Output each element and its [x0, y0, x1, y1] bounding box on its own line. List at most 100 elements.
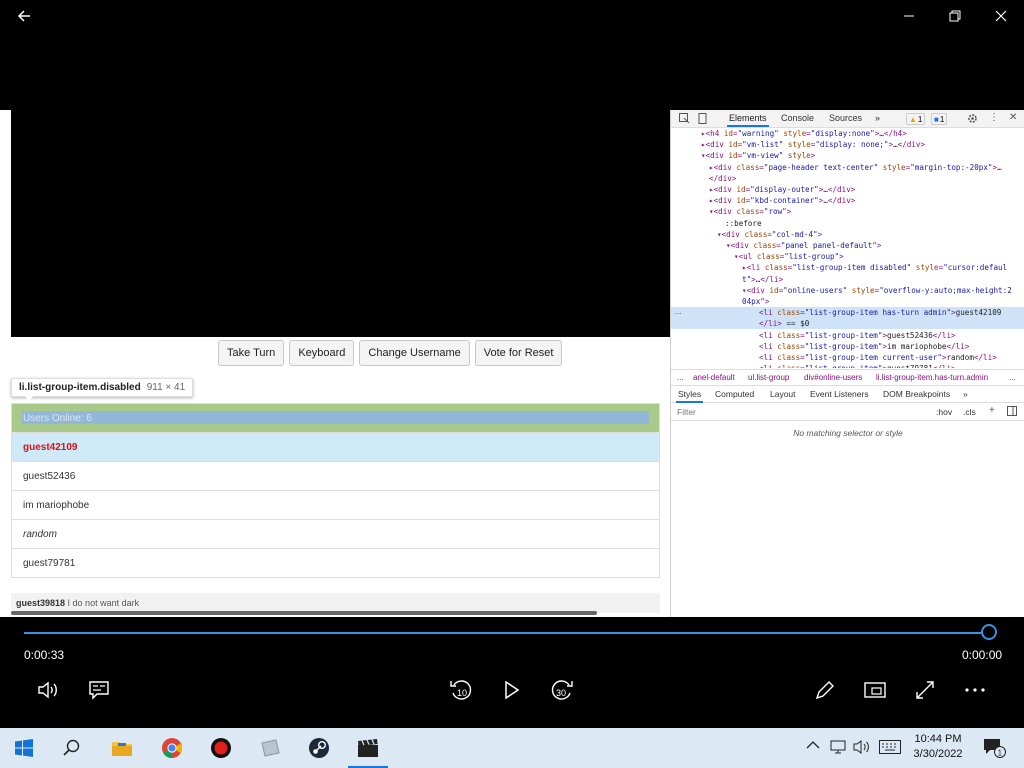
dom-node-line[interactable]: ▸<div id="display-outer">…</div> [671, 184, 1024, 195]
dom-node-line[interactable]: 04px"> [671, 296, 1024, 307]
movies-tv-icon[interactable] [348, 734, 388, 768]
tab-dom-breakpoints[interactable]: DOM Breakpoints [883, 389, 950, 399]
app-icon[interactable] [256, 734, 284, 762]
skip-back-icon[interactable]: 10 [448, 677, 474, 703]
speaker-icon[interactable] [853, 739, 871, 755]
close-devtools-icon[interactable]: ✕ [1009, 112, 1017, 123]
list-item[interactable]: im mariophobe [11, 491, 660, 520]
list-item[interactable]: guest42109 [11, 433, 660, 462]
dom-node-line[interactable]: ▸<h4 id="warning" style="display:none">…… [671, 128, 1024, 139]
keyboard-button[interactable]: Keyboard [289, 340, 355, 366]
elapsed-time: 0:00:33 [24, 648, 65, 662]
search-icon[interactable] [58, 734, 86, 762]
vote-reset-button[interactable]: Vote for Reset [474, 340, 563, 366]
breadcrumb-item[interactable]: anel-default [693, 373, 735, 382]
dom-node-line[interactable]: ::before [671, 218, 1024, 229]
record-icon[interactable] [207, 734, 235, 762]
breadcrumb-item[interactable]: ... [1009, 373, 1016, 382]
breadcrumb-item[interactable]: ... [677, 373, 684, 382]
dom-node-line[interactable]: <li class="list-group-item">guest79781</… [671, 363, 1024, 368]
tab-event-listeners[interactable]: Event Listeners [810, 389, 869, 399]
add-rule-icon[interactable]: + [989, 405, 995, 416]
dom-token: > [839, 252, 844, 262]
dom-node-line[interactable]: <li class="list-group-item has-turn admi… [671, 307, 1024, 319]
users-online-header: Users Online: 6 [11, 403, 660, 433]
tab-layout[interactable]: Layout [770, 389, 796, 399]
warning-badge[interactable]: ▲ 1 [906, 113, 926, 125]
network-icon[interactable] [830, 739, 846, 755]
inspect-element-icon[interactable] [679, 113, 690, 124]
dom-node-line[interactable]: <li class="list-group-item current-user"… [671, 352, 1024, 363]
keyboard-icon[interactable] [879, 740, 901, 754]
breadcrumb-item[interactable]: ul.list-group [748, 373, 789, 382]
tab-console[interactable]: Console [781, 113, 814, 123]
play-icon[interactable] [499, 677, 525, 703]
dom-node-line[interactable]: ▾<div class="panel panel-default"> [671, 240, 1024, 251]
minimize-icon[interactable] [893, 0, 925, 32]
svg-text:1: 1 [998, 748, 1003, 757]
seek-bar[interactable] [24, 632, 990, 634]
tab-elements[interactable]: Elements [727, 113, 769, 127]
dom-node-line[interactable]: t">…</li> [671, 274, 1024, 285]
message-badge[interactable]: ■ 1 [931, 113, 948, 125]
notification-icon[interactable]: 1 [982, 737, 1006, 759]
hov-toggle[interactable]: :hov [936, 407, 952, 417]
dom-node-line[interactable]: <li class="list-group-item">im mariophob… [671, 341, 1024, 352]
dom-node-line[interactable]: ▸<div id="kbd-container">…</div> [671, 195, 1024, 206]
chrome-icon[interactable] [158, 734, 186, 762]
seek-knob[interactable] [981, 624, 997, 640]
steam-icon[interactable] [305, 734, 333, 762]
breadcrumb-item[interactable]: div#online-users [804, 373, 862, 382]
list-item[interactable]: guest52436 [11, 462, 660, 491]
dom-node-line[interactable]: ▾<div id="vm-view" style> [671, 150, 1024, 161]
dom-token: class [777, 341, 801, 351]
dom-node-line[interactable]: ▸<div class="page-header text-center" st… [671, 162, 1024, 173]
dom-node-line[interactable]: <li class="list-group-item">guest52436</… [671, 330, 1024, 341]
dom-node-line[interactable]: ▾<div class="col-md-4"> [671, 229, 1024, 240]
gear-icon[interactable] [967, 113, 978, 124]
dom-node-line[interactable]: ▾<div id="online-users" style="overflow-… [671, 285, 1024, 296]
more-vert-icon[interactable]: ⋮ [989, 112, 999, 123]
breadcrumb-item[interactable]: li.list-group-item.has-turn.admin [876, 373, 988, 382]
dom-token: "vm-list" [742, 140, 788, 150]
pencil-icon[interactable] [812, 677, 838, 703]
dom-token: "list-group-item" [805, 364, 883, 368]
dom-node-line[interactable]: </li> == $0 [671, 318, 1024, 330]
selected-line-ellipsis[interactable]: ... [675, 307, 682, 316]
restore-icon[interactable] [939, 0, 971, 32]
windows-start-icon[interactable] [10, 734, 38, 762]
dom-token: "list-group" [784, 252, 840, 262]
clock[interactable]: 10:44 PM 3/30/2022 [908, 732, 968, 762]
dom-node-line[interactable]: ▾<ul class="list-group"> [671, 251, 1024, 262]
change-username-button[interactable]: Change Username [359, 340, 470, 366]
file-explorer-icon[interactable] [108, 734, 136, 762]
back-arrow-icon[interactable] [8, 0, 40, 32]
close-icon[interactable] [985, 0, 1017, 32]
dom-node-line[interactable]: </div> [671, 173, 1024, 184]
tab-styles[interactable]: Styles [675, 389, 704, 403]
vm-display[interactable] [11, 110, 670, 337]
skip-forward-icon[interactable]: 30 [549, 677, 575, 703]
horizontal-scrollbar[interactable] [11, 611, 597, 615]
captions-icon[interactable] [86, 677, 112, 703]
list-item[interactable]: random [11, 520, 660, 549]
filter-input[interactable]: Filter [677, 407, 696, 417]
tab-computed[interactable]: Computed [715, 389, 754, 399]
dom-node-line[interactable]: ▸<li class="list-group-item disabled" st… [671, 262, 1024, 273]
chevron-up-icon[interactable] [806, 740, 820, 750]
sidebar-toggle-icon[interactable] [1007, 406, 1017, 416]
device-toolbar-icon[interactable] [697, 113, 708, 124]
tab-more[interactable]: » [963, 389, 968, 399]
dom-token: "display:none" [810, 129, 875, 138]
dom-node-line[interactable]: ▸<div id="vm-list" style="display: none;… [671, 139, 1024, 150]
mini-view-icon[interactable] [862, 677, 888, 703]
dom-node-line[interactable]: ▾<div class="row"> [671, 206, 1024, 217]
list-item[interactable]: guest79781 [11, 549, 660, 578]
volume-icon[interactable] [36, 677, 62, 703]
take-turn-button[interactable]: Take Turn [218, 340, 285, 366]
cls-toggle[interactable]: .cls [963, 407, 976, 417]
tab-more[interactable]: » [875, 113, 880, 123]
tab-sources[interactable]: Sources [829, 113, 862, 123]
more-options-icon[interactable] [962, 677, 988, 703]
fullscreen-icon[interactable] [912, 677, 938, 703]
